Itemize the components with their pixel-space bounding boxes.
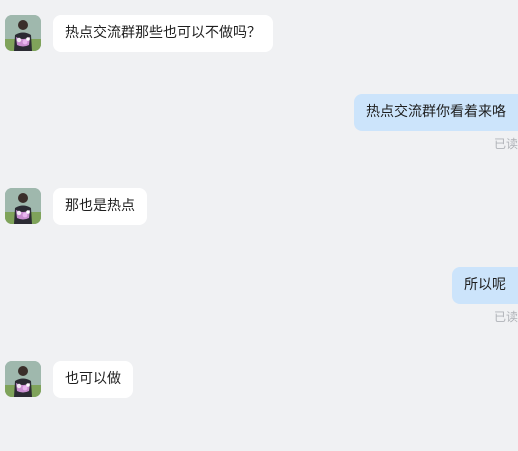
chat-window: { "messages": [ {"direction": "incoming"…	[0, 0, 518, 451]
outgoing-message-bubble[interactable]: 所以呢	[452, 267, 518, 304]
contact-avatar[interactable]	[5, 188, 41, 224]
contact-avatar[interactable]	[5, 361, 41, 397]
person-photo-icon	[5, 15, 41, 51]
outgoing-message-bubble[interactable]: 热点交流群你看着来咯	[354, 94, 518, 131]
contact-avatar[interactable]	[5, 15, 41, 51]
incoming-message-bubble[interactable]: 也可以做	[53, 361, 133, 398]
person-photo-icon	[5, 188, 41, 224]
incoming-message-bubble[interactable]: 热点交流群那些也可以不做吗？	[53, 15, 273, 52]
read-status: 已读	[493, 137, 518, 151]
read-status: 已读	[493, 310, 518, 324]
incoming-message-bubble[interactable]: 那也是热点	[53, 188, 147, 225]
person-photo-icon	[5, 361, 41, 397]
